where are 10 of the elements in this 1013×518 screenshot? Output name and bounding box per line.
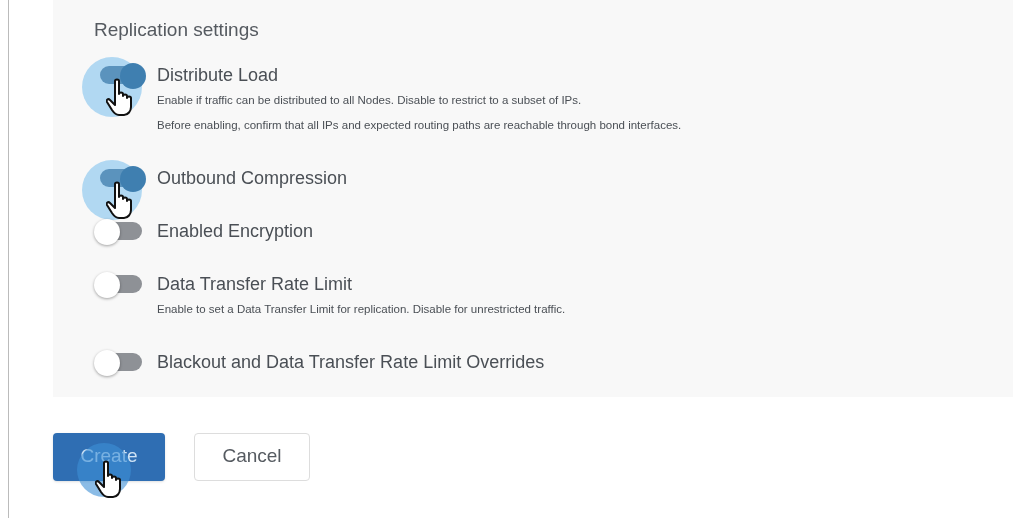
setting-description: Enable if traffic can be distributed to all Nodes. Disable to restrict to a subset of IPs. <box>157 92 583 108</box>
section-title: Replication settings <box>94 18 260 42</box>
setting-label: Data Transfer Rate Limit <box>157 272 354 296</box>
setting-label: Outbound Compression <box>157 166 348 190</box>
setting-label: Distribute Load <box>157 63 280 87</box>
setting-label: Blackout and Data Transfer Rate Limit Overrides <box>157 350 545 374</box>
cancel-button[interactable]: Cancel <box>194 432 310 481</box>
setting-description: Enable to set a Data Transfer Limit for replication. Disable for unrestricted traffic. <box>157 301 566 317</box>
setting-description: Before enabling, confirm that all IPs and expected routing paths are reachable through bond interfaces. <box>157 117 682 133</box>
setting-label: Enabled Encryption <box>157 219 314 243</box>
